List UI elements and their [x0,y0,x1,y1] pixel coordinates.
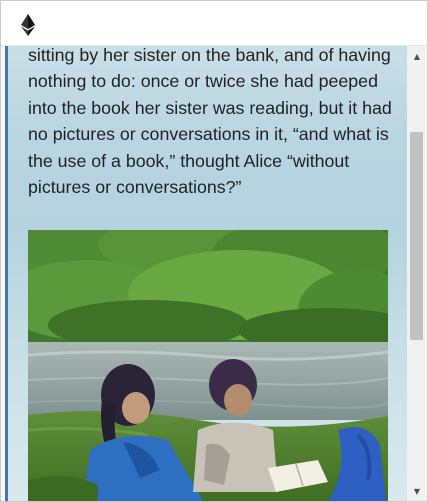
reader-content: sitting by her sister on the bank, and o… [5,46,411,501]
scroll-thumb[interactable] [410,132,423,340]
title-bar [1,1,427,46]
illustration-image [28,230,388,501]
scroll-up-button[interactable]: ▲ [407,46,427,66]
scroll-down-button[interactable]: ▼ [407,481,427,501]
arrow-up-icon: ▲ [413,51,421,61]
ethereum-icon[interactable] [21,14,35,36]
vertical-scrollbar[interactable]: ▲ ▼ [407,46,427,501]
arrow-down-icon: ▼ [413,486,421,496]
app-window: sitting by her sister on the bank, and o… [0,0,428,502]
story-paragraph: sitting by her sister on the bank, and o… [28,46,392,198]
